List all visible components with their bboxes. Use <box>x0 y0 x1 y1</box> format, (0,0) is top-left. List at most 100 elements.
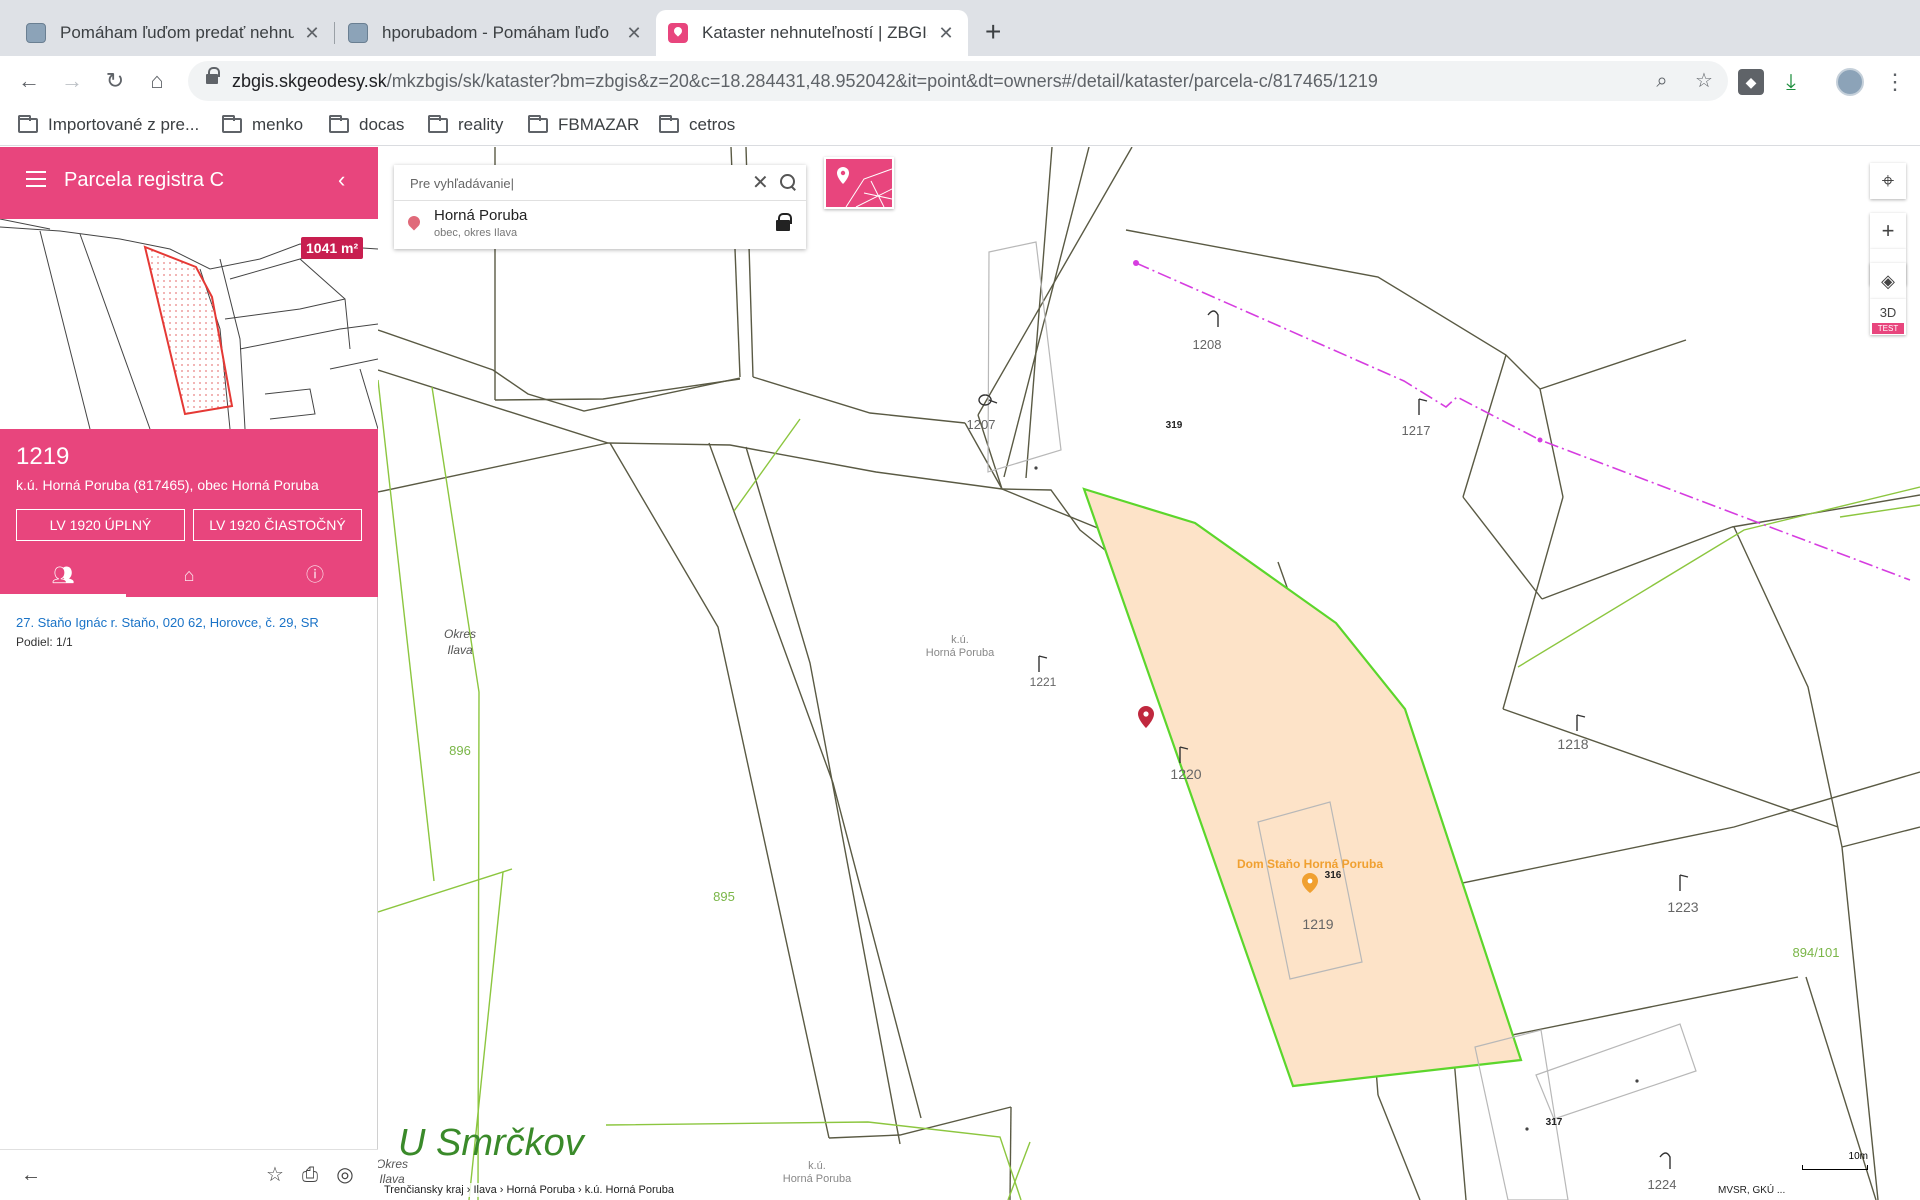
home-icon: ⌂ <box>183 565 195 585</box>
search-row: Pre vyhľadávanie| ✕ <box>394 165 806 201</box>
zoom-in-icon[interactable]: + <box>1870 213 1906 249</box>
secure-lock-icon <box>206 67 220 86</box>
sidebar-footer: ← ☆ ⎙ ◎ <box>0 1149 378 1200</box>
folder-icon <box>329 114 349 133</box>
label-ku: Horná Poruba <box>783 1173 852 1185</box>
lock-icon[interactable] <box>776 213 792 231</box>
tab-info[interactable]: ⓘ <box>252 553 378 597</box>
search-input[interactable]: Pre vyhľadávanie| <box>410 176 514 191</box>
tab-title: Pomáham ľuďom predať nehnu <box>60 23 294 42</box>
tab-close-icon[interactable]: ✕ <box>624 23 644 44</box>
building-319 <box>987 241 1062 473</box>
forward-arrow-icon[interactable]: → <box>57 66 87 96</box>
bookmark-folder[interactable]: Importované z pre... <box>18 114 199 135</box>
tab-separator <box>334 22 335 44</box>
3d-button[interactable]: 3D TEST <box>1870 299 1906 335</box>
label-building: 317 <box>1546 1117 1563 1128</box>
label-parcel: 1220 <box>1170 766 1201 782</box>
label-place: U Smrčkov <box>398 1122 586 1164</box>
home-page-icon[interactable]: ⌂ <box>142 66 172 96</box>
browser-toolbar: ← → ↻ ⌂ zbgis.skgeodesy.sk/mkzbgis/sk/ka… <box>0 56 1920 106</box>
map-breadcrumb[interactable]: Trenčiansky kraj › Ilava › Horná Poruba … <box>382 1183 676 1197</box>
tab-close-icon[interactable]: ✕ <box>302 23 322 44</box>
lv-full-button[interactable]: LV 1920 ÚPLNÝ <box>16 509 185 541</box>
search-result-name[interactable]: Horná Poruba <box>434 207 527 224</box>
label-building: 316 <box>1325 870 1342 881</box>
bookmarks-bar: Importované z pre... menko docas reality… <box>0 106 1920 146</box>
address-bar[interactable]: zbgis.skgeodesy.sk/mkzbgis/sk/kataster?b… <box>188 61 1728 101</box>
browser-tab-1[interactable]: Pomáham ľuďom predať nehnu ✕ <box>14 10 334 56</box>
menu-icon[interactable] <box>26 171 46 187</box>
label-parcel: 1224 <box>1648 1177 1677 1192</box>
label-ku: Horná Poruba <box>926 647 995 659</box>
cadastral-map[interactable]: 1208 1207 319 1217 1221 k.ú. Horná Porub… <box>378 147 1920 1200</box>
folder-icon <box>222 114 242 133</box>
favicon-person-icon <box>348 23 368 43</box>
extension-lightbulb-icon[interactable]: ◆ <box>1738 69 1764 95</box>
map-search-panel: Pre vyhľadávanie| ✕ Horná Poruba obec, o… <box>394 165 806 249</box>
area-badge: 1041 m² <box>301 237 364 259</box>
favicon-pin-icon <box>668 23 688 43</box>
info-icon: ⓘ <box>306 565 324 585</box>
parcel-number: 1219 <box>16 443 70 470</box>
locate-icon[interactable]: ◎ <box>332 1162 358 1188</box>
bookmark-folder[interactable]: reality <box>428 114 503 135</box>
profile-avatar[interactable] <box>1836 68 1864 96</box>
bookmark-folder[interactable]: menko <box>222 114 303 135</box>
bookmark-star-icon[interactable]: ☆ <box>1692 69 1716 93</box>
layers-icon[interactable]: ◈ <box>1870 263 1906 299</box>
new-tab-icon[interactable]: + <box>985 16 1001 48</box>
owner-link[interactable]: 27. Staňo Ignác r. Staňo, 020 62, Horovc… <box>16 615 319 630</box>
tab-building[interactable]: ⌂ <box>126 553 252 597</box>
bookmark-folder[interactable]: FBMAZAR <box>528 114 639 135</box>
label-parcel: 1217 <box>1402 423 1431 438</box>
bookmark-folder[interactable]: docas <box>329 114 404 135</box>
folder-icon <box>528 114 548 133</box>
chevron-left-icon[interactable]: ‹ <box>338 167 345 193</box>
tab-owners[interactable]: 👥︎ <box>0 553 126 597</box>
owners-icon: 👥︎ <box>51 565 75 585</box>
label-parcel: 1223 <box>1667 899 1698 915</box>
label-district: Okres <box>444 627 476 641</box>
clear-icon[interactable]: ✕ <box>752 170 769 195</box>
label-poi: Dom Staňo Horná Poruba <box>1237 857 1383 871</box>
url-text: zbgis.skgeodesy.sk/mkzbgis/sk/kataster?b… <box>232 71 1378 91</box>
star-icon[interactable]: ☆ <box>262 1162 288 1188</box>
reload-icon[interactable]: ↻ <box>100 66 130 96</box>
download-icon[interactable]: ⤓ <box>1778 69 1804 95</box>
map-canvas: 1208 1207 319 1217 1221 k.ú. Horná Porub… <box>378 147 1920 1200</box>
browser-tab-3-active[interactable]: Kataster nehnuteľností | ZBGIS ✕ <box>656 10 968 56</box>
label-ekn: 896 <box>449 743 471 758</box>
sidebar-title: Parcela registra C <box>64 169 225 191</box>
label-parcel: 1219 <box>1302 916 1333 932</box>
back-arrow-icon[interactable]: ← <box>14 66 44 96</box>
label-ekn: 894/101 <box>1793 945 1840 960</box>
parcel-sidebar: Parcela registra C ‹ 1041 m² 1219 k.ú. H… <box>0 147 378 1200</box>
pin-icon <box>405 213 423 231</box>
folder-icon <box>18 114 38 133</box>
basemap-thumbnail-icon <box>837 167 893 208</box>
tab-close-icon[interactable]: ✕ <box>936 23 956 44</box>
search-icon[interactable] <box>778 172 798 192</box>
favicon-person-icon <box>26 23 46 43</box>
label-district: Ilava <box>447 643 473 657</box>
gps-icon[interactable]: ⌖ <box>1870 163 1906 199</box>
label-parcel: 1208 <box>1193 337 1222 352</box>
info-tabs: 👥︎ ⌂ ⓘ <box>0 553 378 597</box>
parcel-info-box: 1219 k.ú. Horná Poruba (817465), obec Ho… <box>0 429 378 597</box>
basemap-switcher[interactable] <box>824 157 894 209</box>
browser-tab-bar: Pomáham ľuďom predať nehnu ✕ hporubadom … <box>0 0 1920 56</box>
print-icon[interactable]: ⎙ <box>297 1162 323 1188</box>
lv-partial-button[interactable]: LV 1920 ČIASTOČNÝ <box>193 509 362 541</box>
browser-tab-2[interactable]: hporubadom - Pomáham ľuďo ✕ <box>336 10 656 56</box>
ekn-lines <box>378 379 1920 1200</box>
label-parcel: 1207 <box>967 417 996 432</box>
zoom-magnifier-icon[interactable]: ⌕ <box>1650 69 1674 93</box>
browser-menu-icon[interactable]: ⋮ <box>1882 69 1908 95</box>
bookmark-folder[interactable]: cetros <box>659 114 735 135</box>
label-parcel: 1221 <box>1030 675 1057 689</box>
folder-icon <box>428 114 448 133</box>
parcel-preview-map: 1041 m² <box>0 219 378 429</box>
back-icon[interactable]: ← <box>18 1162 44 1188</box>
location-pin-icon <box>1138 706 1154 728</box>
